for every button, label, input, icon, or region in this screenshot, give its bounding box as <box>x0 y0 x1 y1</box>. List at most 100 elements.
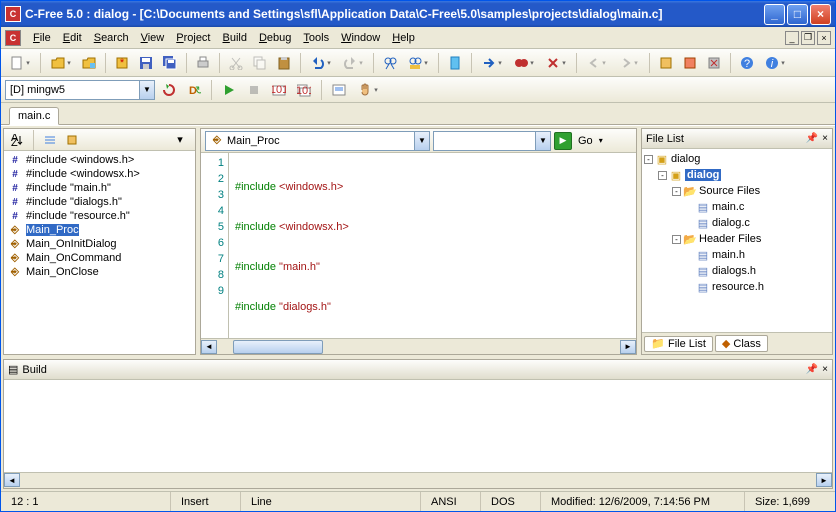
outline-item[interactable]: ⎆Main_Proc <box>6 223 193 237</box>
tab-class[interactable]: ◆Class <box>715 335 768 352</box>
build-hscrollbar[interactable]: ◄ ► <box>4 472 832 488</box>
run-button[interactable] <box>218 79 240 101</box>
tab-filelist[interactable]: 📁File List <box>644 336 713 352</box>
scroll-thumb[interactable] <box>233 340 323 354</box>
menu-search[interactable]: Search <box>88 30 135 46</box>
print-button[interactable] <box>192 52 214 74</box>
breakpoints-button[interactable] <box>509 52 539 74</box>
tool1-button[interactable] <box>655 52 677 74</box>
bookmark-button[interactable] <box>444 52 466 74</box>
menu-file[interactable]: File <box>27 30 57 46</box>
find-in-files-button[interactable] <box>403 52 433 74</box>
outline-item[interactable]: ##include "dialogs.h" <box>6 195 193 209</box>
tree-file[interactable]: ▤dialogs.h <box>644 263 830 279</box>
scroll-right-icon[interactable]: ► <box>620 340 636 354</box>
scroll-left-icon[interactable]: ◄ <box>201 340 217 354</box>
outline-menu-button[interactable]: ▾ <box>169 129 191 151</box>
nav-forward-button[interactable] <box>614 52 644 74</box>
mdi-restore-button[interactable]: ❐ <box>801 31 815 45</box>
chevron-down-icon[interactable]: ▼ <box>139 81 154 99</box>
menu-debug[interactable]: Debug <box>253 30 297 46</box>
paste-button[interactable] <box>273 52 295 74</box>
mdi-close-button[interactable]: × <box>817 31 831 45</box>
tree-file[interactable]: ▤main.h <box>644 247 830 263</box>
collapse-icon[interactable]: - <box>644 155 653 164</box>
nav-back-button[interactable] <box>582 52 612 74</box>
go-button[interactable]: Go <box>575 135 596 147</box>
view-list-button[interactable] <box>41 131 59 149</box>
minimize-button[interactable]: _ <box>764 4 785 25</box>
tree-file[interactable]: ▤main.c <box>644 199 830 215</box>
file-tab-main-c[interactable]: main.c <box>9 107 59 125</box>
tool2-button[interactable] <box>679 52 701 74</box>
output-button[interactable] <box>328 79 350 101</box>
menu-view[interactable]: View <box>135 30 171 46</box>
pin-icon[interactable]: 📌 <box>806 364 818 375</box>
menu-build[interactable]: Build <box>217 30 253 46</box>
tree-file[interactable]: ▤resource.h <box>644 279 830 295</box>
menu-window[interactable]: Window <box>335 30 386 46</box>
clear-button[interactable] <box>541 52 571 74</box>
open-project-button[interactable] <box>78 52 100 74</box>
tree-project[interactable]: -▣dialog <box>644 167 830 183</box>
build-output[interactable] <box>4 380 832 472</box>
view-tree-button[interactable] <box>63 131 81 149</box>
build-button[interactable]: 101 <box>268 79 290 101</box>
tree-source-folder[interactable]: -📂Source Files <box>644 183 830 199</box>
tree-file[interactable]: ▤dialog.c <box>644 215 830 231</box>
close-panel-icon[interactable]: × <box>822 133 828 144</box>
stop-button[interactable] <box>243 79 265 101</box>
close-button[interactable]: × <box>810 4 831 25</box>
chevron-down-icon[interactable]: ▼ <box>414 132 429 150</box>
mdi-app-icon[interactable]: C <box>5 30 21 46</box>
outline-item[interactable]: ##include "resource.h" <box>6 209 193 223</box>
goto-button[interactable] <box>477 52 507 74</box>
mdi-minimize-button[interactable]: _ <box>785 31 799 45</box>
scroll-right-icon[interactable]: ► <box>816 473 832 487</box>
copy-button[interactable] <box>249 52 271 74</box>
menu-help[interactable]: Help <box>386 30 421 46</box>
maximize-button[interactable]: □ <box>787 4 808 25</box>
outline-item[interactable]: ⎆Main_OnClose <box>6 265 193 279</box>
undo-button[interactable] <box>306 52 336 74</box>
outline-item[interactable]: ##include "main.h" <box>6 181 193 195</box>
code-editor[interactable]: 123 456 789 #include <windows.h> #includ… <box>201 153 636 338</box>
new-project-button[interactable]: * <box>111 52 133 74</box>
scope-combo[interactable]: ▼ <box>433 131 551 151</box>
close-panel-icon[interactable]: × <box>822 364 828 375</box>
title-bar[interactable]: C C-Free 5.0 : dialog - [C:\Documents an… <box>1 1 835 27</box>
outline-item[interactable]: ⎆Main_OnCommand <box>6 251 193 265</box>
tree-header-folder[interactable]: -📂Header Files <box>644 231 830 247</box>
hand-tool-button[interactable] <box>353 79 383 101</box>
help-button[interactable]: ? <box>736 52 758 74</box>
pin-icon[interactable]: 📌 <box>806 133 818 144</box>
find-button[interactable] <box>379 52 401 74</box>
build-all-button[interactable]: 101 <box>293 79 315 101</box>
menu-project[interactable]: Project <box>170 30 216 46</box>
tool3-button[interactable] <box>703 52 725 74</box>
collapse-icon[interactable]: - <box>672 187 681 196</box>
compiler-combo[interactable]: [D] mingw5 ▼ <box>5 80 155 100</box>
open-button[interactable] <box>46 52 76 74</box>
function-combo[interactable]: ⎆ Main_Proc ▼ <box>205 131 430 151</box>
save-button[interactable] <box>135 52 157 74</box>
redo-button[interactable] <box>338 52 368 74</box>
sort-button[interactable]: AZ <box>8 131 26 149</box>
tree-workspace[interactable]: -▣dialog <box>644 151 830 167</box>
outline-item[interactable]: ⎆Main_OnInitDialog <box>6 237 193 251</box>
compiler-settings-button[interactable]: D↻ <box>183 79 205 101</box>
info-button[interactable]: i <box>760 52 790 74</box>
menu-edit[interactable]: Edit <box>57 30 88 46</box>
outline-item[interactable]: ##include <windowsx.h> <box>6 167 193 181</box>
menu-tools[interactable]: Tools <box>297 30 335 46</box>
save-all-button[interactable] <box>159 52 181 74</box>
refresh-compiler-button[interactable] <box>158 79 180 101</box>
collapse-icon[interactable]: - <box>672 235 681 244</box>
editor-hscrollbar[interactable]: ◄ ► <box>201 338 636 354</box>
cut-button[interactable] <box>225 52 247 74</box>
collapse-icon[interactable]: - <box>658 171 667 180</box>
new-file-button[interactable] <box>5 52 35 74</box>
outline-item[interactable]: ##include <windows.h> <box>6 153 193 167</box>
code-content[interactable]: #include <windows.h> #include <windowsx.… <box>229 153 636 338</box>
scroll-left-icon[interactable]: ◄ <box>4 473 20 487</box>
